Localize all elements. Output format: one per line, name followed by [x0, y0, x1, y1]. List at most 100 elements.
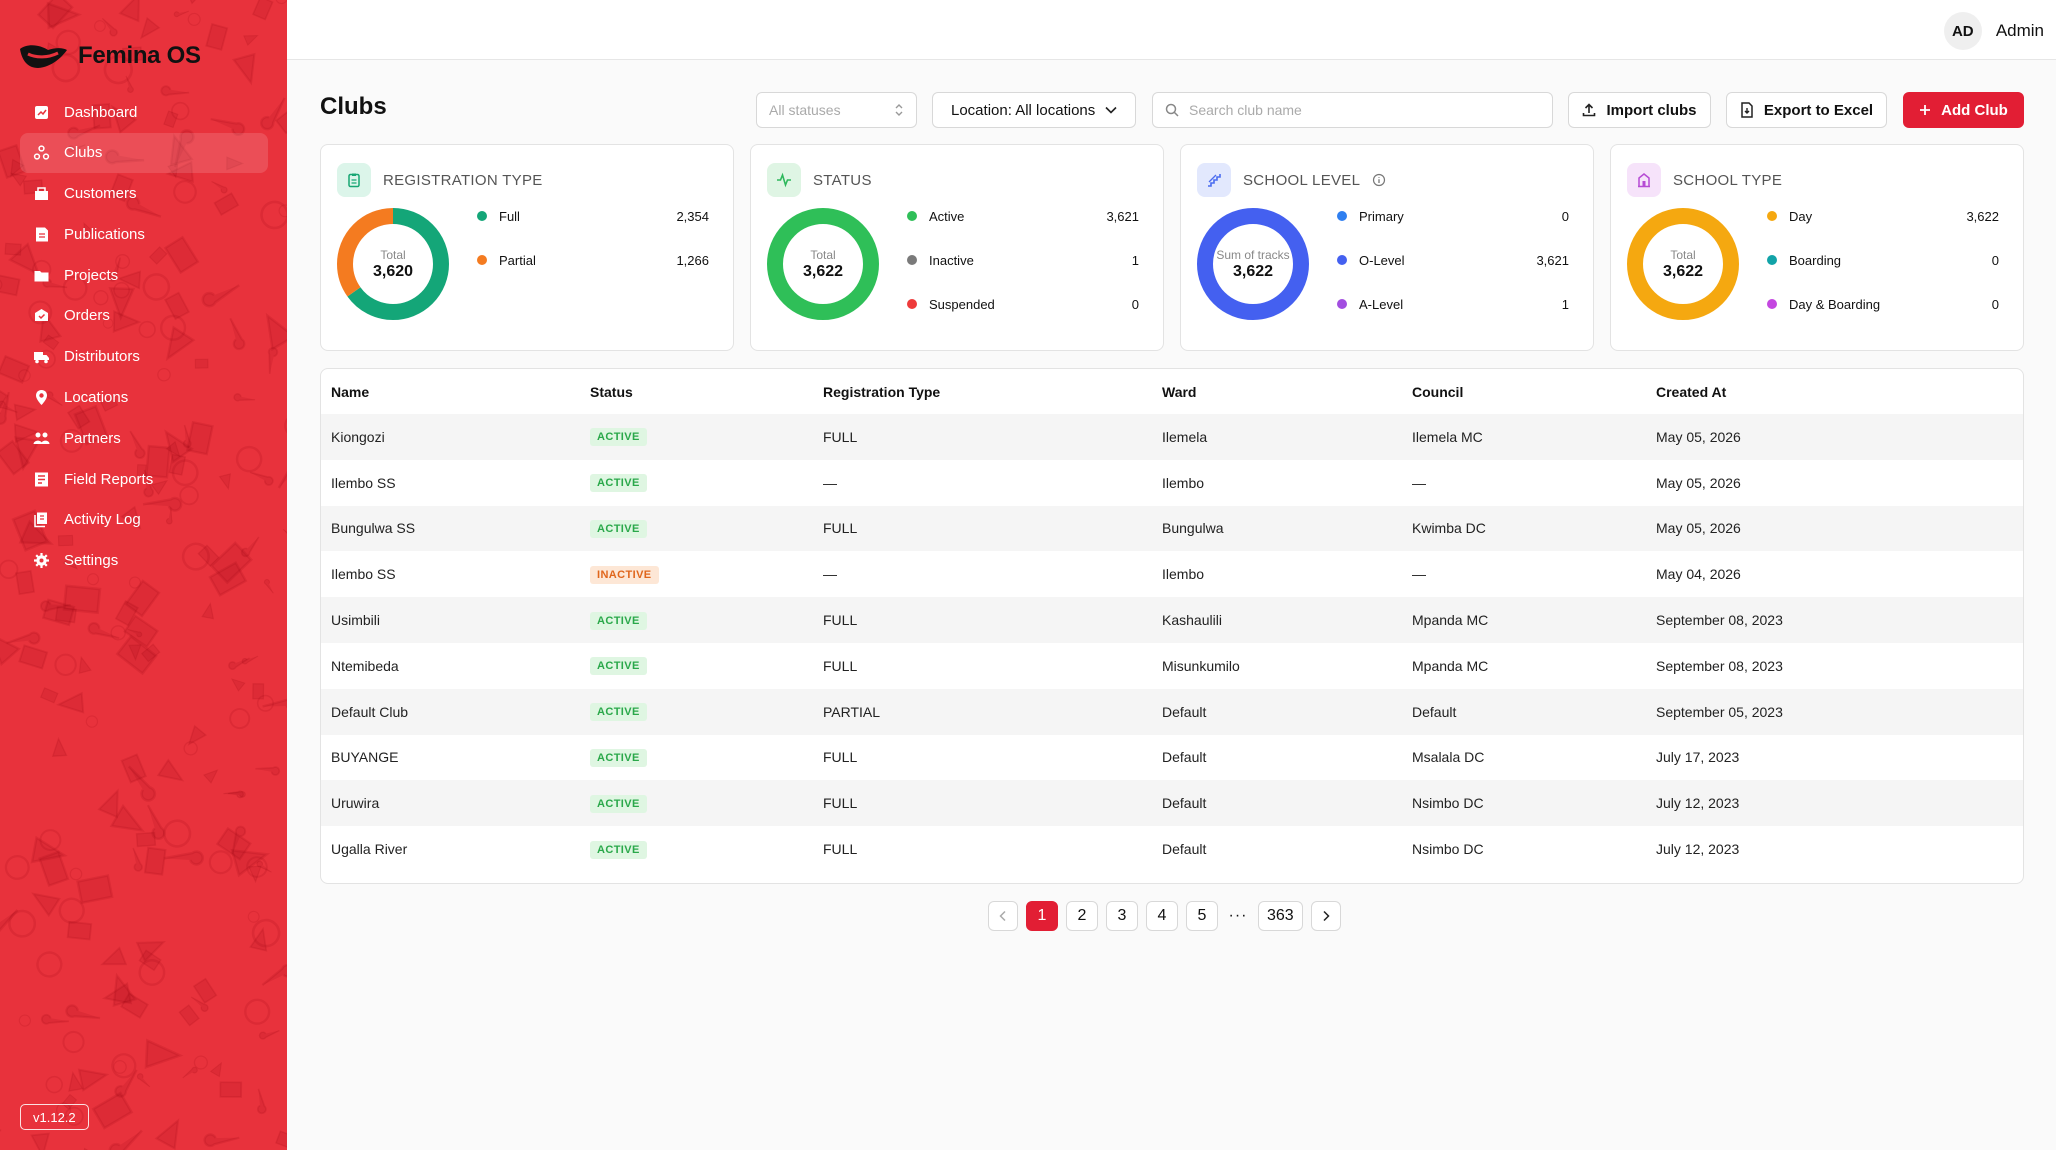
- cell-name: Uruwira: [331, 795, 380, 812]
- sidebar-item-dashboard[interactable]: Dashboard: [20, 92, 268, 132]
- cell-ward: Ilembo: [1162, 566, 1205, 583]
- status-badge: ACTIVE: [590, 703, 647, 722]
- sidebar-item-activity-log[interactable]: Activity Log: [20, 500, 268, 540]
- brand-name: Femina OS: [78, 42, 201, 69]
- table-row[interactable]: Ilembo SS INACTIVE — Ilembo — May 04, 20…: [321, 551, 2023, 597]
- cell-created-at: May 04, 2026: [1656, 566, 1741, 583]
- legend-label: Full: [499, 208, 520, 224]
- cell-name: Bungulwa SS: [331, 520, 416, 537]
- sidebar-item-locations[interactable]: Locations: [20, 378, 268, 418]
- card-title: STATUS: [813, 171, 872, 189]
- table-row[interactable]: BUYANGE ACTIVE FULL Default Msalala DC J…: [321, 735, 2023, 781]
- sidebar-item-customers[interactable]: Customers: [20, 174, 268, 214]
- cell-created-at: September 05, 2023: [1656, 703, 1783, 720]
- legend-label: A-Level: [1359, 296, 1404, 312]
- femina-logo-icon: [20, 45, 67, 68]
- column-header-created-at[interactable]: Created At: [1646, 369, 2023, 414]
- table-row[interactable]: Ntemibeda ACTIVE FULL Misunkumilo Mpanda…: [321, 643, 2023, 689]
- cell-registration-type: FULL: [823, 841, 858, 858]
- user-name[interactable]: Admin: [1996, 21, 2044, 41]
- cell-name: BUYANGE: [331, 749, 399, 766]
- brand[interactable]: Femina OS: [18, 38, 201, 74]
- stat-card-status: STATUS Total 3,622 Active 3,621 Inactive…: [750, 144, 1164, 351]
- add-club-button[interactable]: Add Club: [1903, 92, 2024, 128]
- location-filter-select[interactable]: Location: All locations: [932, 92, 1136, 128]
- cell-created-at: September 08, 2023: [1656, 657, 1783, 674]
- status-filter-select[interactable]: All statuses: [756, 92, 917, 128]
- cell-status: ACTIVE: [580, 597, 813, 643]
- prev-page-button[interactable]: [988, 901, 1018, 931]
- sidebar: Femina OS Dashboard Clubs Customers Publ…: [0, 0, 287, 1150]
- page-button-4[interactable]: 4: [1146, 901, 1178, 931]
- sidebar-item-field-reports[interactable]: Field Reports: [20, 459, 268, 499]
- column-header-ward[interactable]: Ward: [1152, 369, 1402, 414]
- stat-card-school-type: SCHOOL TYPE Total 3,622 Day 3,622 Boardi…: [1610, 144, 2024, 351]
- donut-center: Total 3,622: [1627, 208, 1739, 320]
- next-page-button[interactable]: [1310, 901, 1341, 931]
- cell-council: Ilemela MC: [1412, 428, 1483, 445]
- user-menu[interactable]: AD Admin: [1943, 12, 2044, 50]
- legend-value: 0: [1991, 252, 1999, 268]
- card-title: REGISTRATION TYPE: [383, 171, 543, 189]
- search-input[interactable]: Search club name: [1152, 92, 1553, 128]
- info-icon[interactable]: [1372, 173, 1386, 187]
- column-header-council[interactable]: Council: [1402, 369, 1646, 414]
- column-header-name[interactable]: Name: [321, 369, 580, 414]
- column-header-registration-type[interactable]: Registration Type: [813, 369, 1152, 414]
- legend-label: Inactive: [929, 252, 974, 268]
- cell-name: Usimbili: [331, 612, 380, 629]
- cell-name: Default Club: [331, 703, 409, 720]
- legend-dot: [1337, 211, 1347, 221]
- chevron-left-icon: [999, 910, 1006, 922]
- card-header: REGISTRATION TYPE: [337, 163, 543, 197]
- sidebar-item-orders[interactable]: Orders: [20, 296, 268, 336]
- table-row[interactable]: Kiongozi ACTIVE FULL Ilemela Ilemela MC …: [321, 414, 2023, 460]
- export-excel-button[interactable]: Export to Excel: [1726, 92, 1887, 128]
- cell-name: Ntemibeda: [331, 657, 399, 674]
- table-row[interactable]: Bungulwa SS ACTIVE FULL Bungulwa Kwimba …: [321, 505, 2023, 552]
- table-row[interactable]: Ugalla River ACTIVE FULL Default Nsimbo …: [321, 826, 2023, 872]
- page-button-5[interactable]: 5: [1186, 901, 1218, 931]
- topbar: AD Admin: [287, 0, 2056, 60]
- sidebar-item-partners[interactable]: Partners: [20, 418, 268, 458]
- sidebar-item-label: Locations: [64, 389, 129, 407]
- table-row[interactable]: Usimbili ACTIVE FULL Kashaulili Mpanda M…: [321, 597, 2023, 643]
- table-row[interactable]: Default Club ACTIVE PARTIAL Default Defa…: [321, 688, 2023, 735]
- avatar[interactable]: AD: [1943, 12, 1982, 50]
- column-header-status[interactable]: Status: [580, 369, 813, 414]
- cell-registration-type: —: [823, 474, 837, 491]
- page-button-last[interactable]: 363: [1258, 901, 1303, 931]
- legend-value: 0: [1131, 296, 1139, 312]
- page-button-2[interactable]: 2: [1066, 901, 1098, 931]
- status-badge: ACTIVE: [590, 657, 647, 676]
- sidebar-item-settings[interactable]: Settings: [20, 541, 268, 581]
- cell-registration-type: FULL: [823, 612, 858, 629]
- cell-council: —: [1412, 474, 1426, 491]
- clubs-icon: [32, 144, 50, 162]
- cell-ward: Ilemela: [1162, 428, 1208, 445]
- page-button-3[interactable]: 3: [1106, 901, 1138, 931]
- status-badge: ACTIVE: [590, 611, 647, 630]
- page-title: Clubs: [320, 93, 387, 120]
- cell-registration-type: FULL: [823, 520, 858, 537]
- sidebar-item-distributors[interactable]: Distributors: [20, 337, 268, 377]
- donut-center-value: 3,620: [372, 262, 414, 280]
- cell-created-at: July 12, 2023: [1656, 795, 1740, 812]
- upload-icon: [1583, 103, 1596, 117]
- sidebar-item-publications[interactable]: Publications: [20, 214, 268, 254]
- cell-ward: Kashaulili: [1162, 612, 1222, 629]
- status-badge: ACTIVE: [590, 794, 647, 813]
- page-button-1[interactable]: 1: [1026, 901, 1058, 931]
- cell-created-at: May 05, 2026: [1656, 474, 1741, 491]
- partners-icon: [32, 429, 50, 447]
- sidebar-item-clubs[interactable]: Clubs: [20, 132, 268, 173]
- legend-item: A-Level 1: [1337, 293, 1569, 315]
- legend-dot: [907, 211, 917, 221]
- cell-ward: Misunkumilo: [1162, 657, 1240, 674]
- table-row[interactable]: Ilembo SS ACTIVE — Ilembo — May 05, 2026: [321, 460, 2023, 506]
- cell-name: Ilembo SS: [331, 474, 396, 491]
- sidebar-item-projects[interactable]: Projects: [20, 255, 268, 295]
- import-clubs-button[interactable]: Import clubs: [1568, 92, 1711, 128]
- donut-legend: Active 3,621 Inactive 1 Suspended 0: [907, 205, 1139, 337]
- table-row[interactable]: Uruwira ACTIVE FULL Default Nsimbo DC Ju…: [321, 780, 2023, 827]
